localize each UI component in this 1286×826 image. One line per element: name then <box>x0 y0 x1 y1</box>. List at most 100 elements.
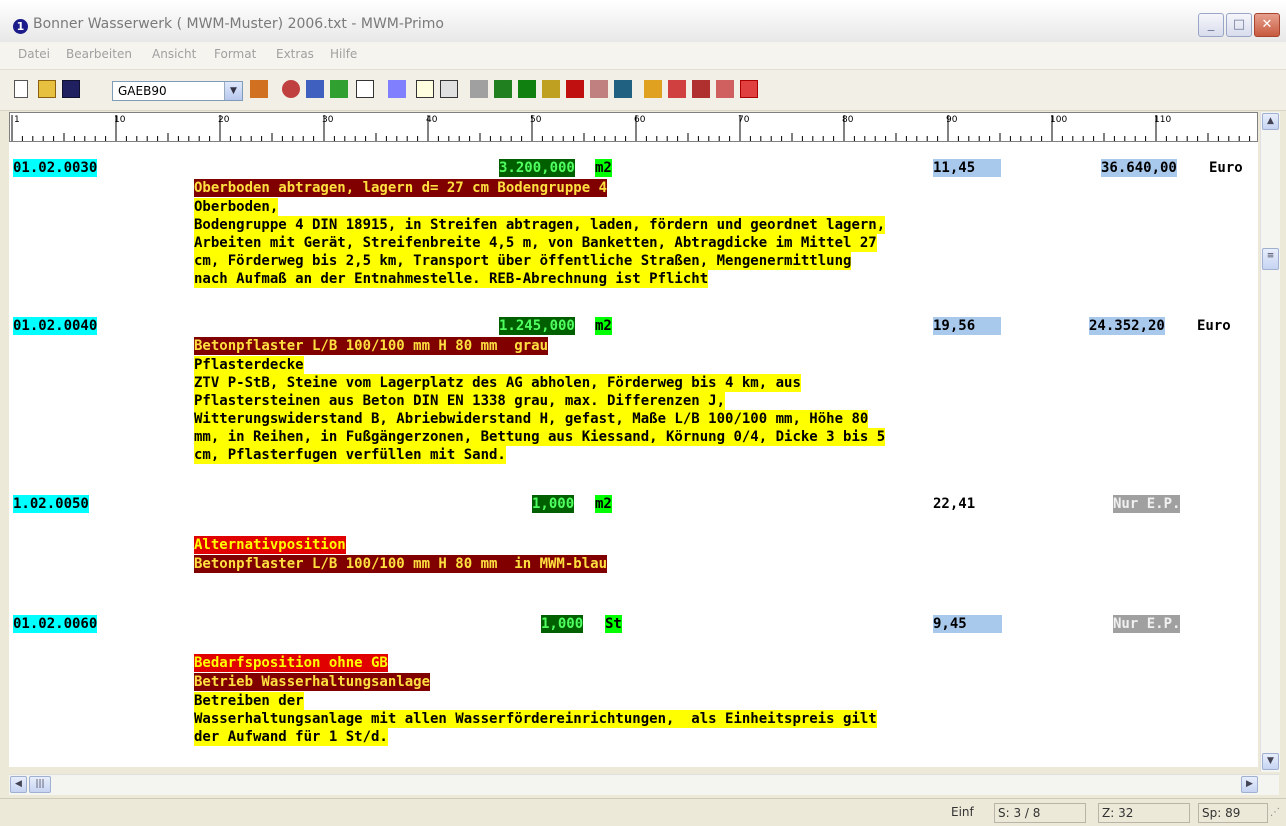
eraser-icon[interactable] <box>668 80 686 98</box>
ruler-label: 50 <box>530 115 542 125</box>
ruler-label: 20 <box>218 115 230 125</box>
short-text: Oberboden abtragen, lagern d= 27 cm Bode… <box>194 179 608 197</box>
status-bar: Einf S: 3 / 8 Z: 32 Sp: 89 ⋰ <box>0 798 1286 826</box>
ruler-label: 90 <box>946 115 958 125</box>
checkbox-icon[interactable] <box>356 80 374 98</box>
long-text-line: Pflastersteinen aus Beton DIN EN 1338 gr… <box>194 392 726 410</box>
number-green-icon[interactable] <box>494 80 512 98</box>
spellcheck-icon[interactable] <box>388 80 406 98</box>
ruler-label: 60 <box>634 115 646 125</box>
sum-icon[interactable] <box>470 80 488 98</box>
long-text-line: Pflasterdecke <box>194 356 304 374</box>
unit: m2 <box>595 317 612 335</box>
ruler: 1 10 20 30 40 50 60 70 80 90 100 110 <box>9 112 1258 142</box>
scroll-thumb[interactable]: ≡ <box>1262 248 1279 270</box>
status-line: Z: 32 <box>1098 803 1190 823</box>
ruler-label: 10 <box>114 115 126 125</box>
format-select[interactable]: GAEB90 ▼ <box>112 81 243 101</box>
menu-bearbeiten[interactable]: Bearbeiten <box>66 47 132 61</box>
page-icon[interactable] <box>416 80 434 98</box>
ruler-label: 70 <box>738 115 750 125</box>
position-number: 01.02.0040 <box>13 317 98 335</box>
horizontal-scrollbar[interactable]: ◀ ||| ▶ <box>9 774 1279 795</box>
scroll-thumb-horizontal[interactable]: ||| <box>29 776 51 793</box>
ruler-label: 110 <box>1154 115 1172 125</box>
position-flag: Bedarfsposition ohne GB <box>194 654 388 672</box>
vertical-scrollbar[interactable]: ▲ ≡ ▼ <box>1260 112 1280 772</box>
list-icon[interactable] <box>330 80 348 98</box>
long-text-line: Witterungswiderstand B, Abriebwiderstand… <box>194 410 869 428</box>
short-text: Betrieb Wasserhaltungsanlage <box>194 673 431 691</box>
checklist-icon[interactable] <box>740 80 758 98</box>
quantity: 1,000 <box>532 495 575 513</box>
title-bar: 1 Bonner Wasserwerk ( MWM-Muster) 2006.t… <box>0 0 1286 43</box>
green-flag-icon[interactable] <box>518 80 536 98</box>
menu-extras[interactable]: Extras <box>276 47 314 61</box>
long-text-line: der Aufwand für 1 St/d. <box>194 728 388 746</box>
ruler-label: 1 <box>14 115 20 125</box>
quantity: 1.245,000 <box>499 317 575 335</box>
export-icon[interactable] <box>250 80 268 98</box>
abc-blue-icon[interactable] <box>614 80 632 98</box>
abc-icon[interactable] <box>542 80 560 98</box>
unit-price: 22,41 <box>933 496 976 512</box>
number-swap-icon[interactable] <box>306 80 324 98</box>
menu-format[interactable]: Format <box>214 47 256 61</box>
close-button[interactable]: ✕ <box>1254 13 1280 37</box>
status-column: Sp: 89 <box>1198 803 1268 823</box>
window-title: Bonner Wasserwerk ( MWM-Muster) 2006.txt… <box>33 16 444 32</box>
position-icon[interactable] <box>644 80 662 98</box>
abc-red-icon[interactable] <box>590 80 608 98</box>
menu-ansicht[interactable]: Ansicht <box>152 47 196 61</box>
total-price-label: Nur E.P. <box>1113 495 1181 513</box>
number-flag-icon[interactable] <box>692 80 710 98</box>
app-icon: 1 <box>13 19 28 34</box>
quantity: 3.200,000 <box>499 159 575 177</box>
new-document-icon[interactable] <box>14 80 28 98</box>
long-text-line: Bodengruppe 4 DIN 18915, in Streifen abt… <box>194 216 886 234</box>
menu-datei[interactable]: Datei <box>18 47 50 61</box>
currency: Euro <box>1209 160 1243 176</box>
ruler-label: 40 <box>426 115 438 125</box>
chevron-down-icon[interactable]: ▼ <box>224 82 242 100</box>
position-number: 01.02.0030 <box>13 159 98 177</box>
long-text-line: Betreiben der <box>194 692 304 710</box>
long-text-line: Wasserhaltungsanlage mit allen Wasserför… <box>194 710 877 728</box>
calc-eraser-icon[interactable] <box>716 80 734 98</box>
position-flag: Alternativposition <box>194 536 346 554</box>
long-text-line: cm, Förderweg bis 2,5 km, Transport über… <box>194 252 852 270</box>
tools-icon[interactable] <box>282 80 300 98</box>
status-mode: Einf <box>951 805 974 819</box>
scroll-down-icon[interactable]: ▼ <box>1262 753 1279 770</box>
menu-hilfe[interactable]: Hilfe <box>330 47 357 61</box>
paste-icon[interactable] <box>440 80 458 98</box>
ruler-label: 100 <box>1050 115 1068 125</box>
long-text-line: ZTV P-StB, Steine vom Lagerplatz des AG … <box>194 374 801 392</box>
scroll-left-icon[interactable]: ◀ <box>10 776 27 793</box>
menu-bar: Datei Bearbeiten Ansicht Format Extras H… <box>0 42 1286 70</box>
document-editor[interactable]: 01.02.0030 3.200,000 m2 11,45 36.640,00 … <box>9 142 1258 767</box>
long-text-line: nach Aufmaß an der Entnahmestelle. REB-A… <box>194 270 709 288</box>
short-text: Betonpflaster L/B 100/100 mm H 80 mm gra… <box>194 337 549 355</box>
status-page: S: 3 / 8 <box>994 803 1086 823</box>
unit: m2 <box>595 159 612 177</box>
position-number: 1.02.0050 <box>13 495 89 513</box>
scroll-up-icon[interactable]: ▲ <box>1262 113 1279 130</box>
position-number: 01.02.0060 <box>13 615 98 633</box>
currency: Euro <box>1197 318 1231 334</box>
ruler-label: 30 <box>322 115 334 125</box>
save-disk-icon[interactable] <box>62 80 80 98</box>
unit-price: 19,56 <box>933 317 1002 335</box>
resize-grip-icon[interactable]: ⋰ <box>1270 807 1280 818</box>
scroll-right-icon[interactable]: ▶ <box>1241 776 1258 793</box>
maximize-button[interactable]: □ <box>1226 13 1252 37</box>
short-text: Betonpflaster L/B 100/100 mm H 80 mm in … <box>194 555 608 573</box>
minimize-button[interactable]: _ <box>1198 13 1224 37</box>
unit: St <box>605 615 622 633</box>
long-text-line: mm, in Reihen, in Fußgängerzonen, Bettun… <box>194 428 886 446</box>
toolbar: GAEB90 ▼ <box>0 70 1286 111</box>
ruler-label: 80 <box>842 115 854 125</box>
long-text-line: Arbeiten mit Gerät, Streifenbreite 4,5 m… <box>194 234 877 252</box>
open-folder-icon[interactable] <box>38 80 56 98</box>
red-flag-icon[interactable] <box>566 80 584 98</box>
